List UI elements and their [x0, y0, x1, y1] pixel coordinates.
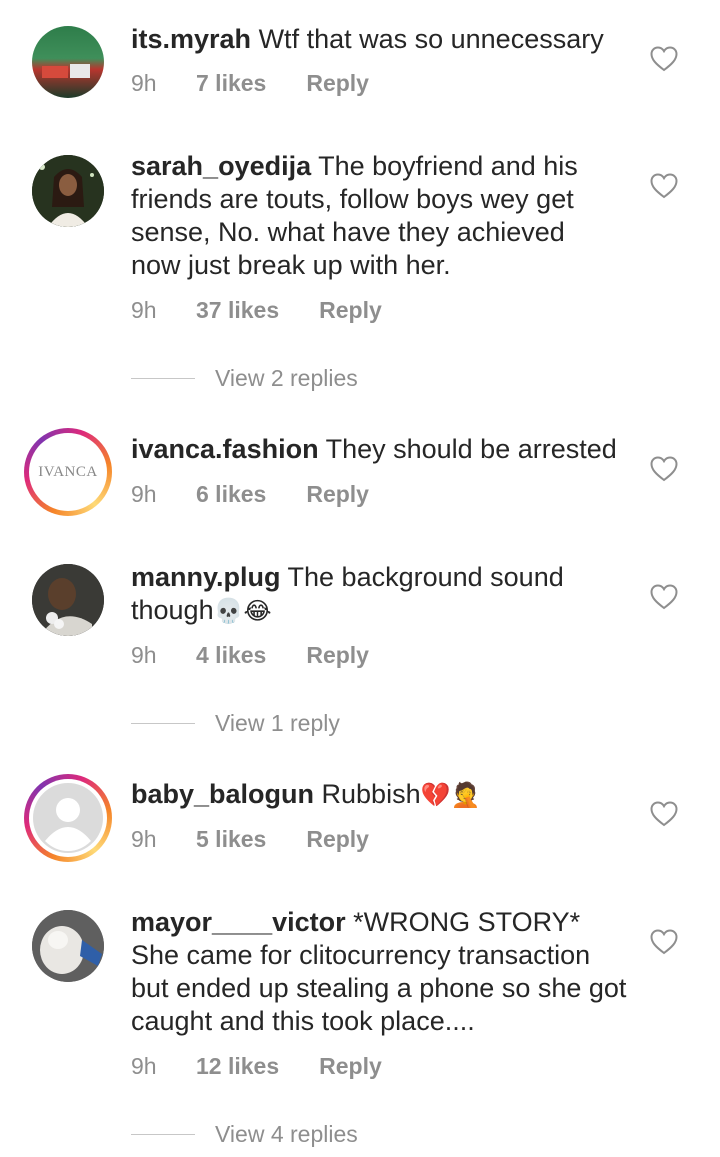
heart-outline-icon[interactable]: [650, 929, 678, 955]
comment-meta: 9h 6 likes Reply: [131, 481, 369, 508]
view-replies-label: View 2 replies: [215, 365, 358, 391]
comment-meta: 9h 7 likes Reply: [131, 70, 369, 97]
heart-outline-icon[interactable]: [650, 584, 678, 610]
view-replies-button[interactable]: View 2 replies: [131, 365, 358, 392]
timestamp: 9h: [131, 70, 157, 96]
comment-body: Rubbish: [321, 779, 421, 809]
avatar[interactable]: [32, 910, 104, 982]
likes-count[interactable]: 7 likes: [196, 70, 266, 97]
likes-count[interactable]: 4 likes: [196, 642, 266, 669]
username[interactable]: baby_balogun: [131, 779, 314, 809]
likes-count[interactable]: 37 likes: [196, 297, 279, 324]
comment-text: manny.plug The background sound though💀😂: [131, 561, 631, 628]
view-replies-button[interactable]: View 4 replies: [131, 1121, 358, 1148]
avatar[interactable]: [32, 26, 104, 98]
comment-text: its.myrah Wtf that was so unnecessary: [131, 23, 631, 56]
reply-button[interactable]: Reply: [306, 70, 369, 97]
comment-text: ivanca.fashion They should be arrested: [131, 433, 631, 466]
heart-outline-icon[interactable]: [650, 46, 678, 72]
avatar-photo: [42, 64, 90, 78]
avatar-story-ring[interactable]: [24, 774, 112, 862]
comment-body: They should be arrested: [325, 434, 617, 464]
username[interactable]: mayor____victor: [131, 907, 346, 937]
avatar-photo: [32, 564, 104, 636]
heart-outline-icon[interactable]: [650, 173, 678, 199]
likes-count[interactable]: 12 likes: [196, 1053, 279, 1080]
reply-button[interactable]: Reply: [306, 826, 369, 853]
username[interactable]: manny.plug: [131, 562, 281, 592]
timestamp: 9h: [131, 1053, 157, 1079]
comment-meta: 9h 4 likes Reply: [131, 642, 369, 669]
heart-outline-icon[interactable]: [650, 456, 678, 482]
avatar: [29, 779, 107, 857]
comment-meta: 9h 37 likes Reply: [131, 297, 382, 324]
reply-button[interactable]: Reply: [319, 1053, 382, 1080]
username[interactable]: its.myrah: [131, 24, 251, 54]
timestamp: 9h: [131, 297, 157, 323]
avatar-photo: [32, 910, 104, 982]
reply-button[interactable]: Reply: [306, 481, 369, 508]
reply-button[interactable]: Reply: [306, 642, 369, 669]
divider-line: [131, 723, 195, 724]
avatar-photo: [32, 155, 104, 227]
comment-text: sarah_oyedija The boyfriend and his frie…: [131, 150, 611, 282]
likes-count[interactable]: 6 likes: [196, 481, 266, 508]
heart-outline-icon[interactable]: [650, 801, 678, 827]
view-replies-label: View 1 reply: [215, 710, 340, 736]
comment-text: mayor____victor *WRONG STORY* She came f…: [131, 906, 631, 1038]
comment-meta: 9h 12 likes Reply: [131, 1053, 382, 1080]
timestamp: 9h: [131, 642, 157, 668]
comment-emoji: 💔🤦: [420, 781, 481, 809]
reply-button[interactable]: Reply: [319, 297, 382, 324]
view-replies-button[interactable]: View 1 reply: [131, 710, 340, 737]
username[interactable]: ivanca.fashion: [131, 434, 319, 464]
person-silhouette-icon: [33, 783, 103, 853]
divider-line: [131, 378, 195, 379]
comment-meta: 9h 5 likes Reply: [131, 826, 369, 853]
timestamp: 9h: [131, 826, 157, 852]
avatar[interactable]: [32, 155, 104, 227]
avatar-story-ring[interactable]: IVANCA: [24, 428, 112, 516]
divider-line: [131, 1134, 195, 1135]
comment-text: baby_balogun Rubbish💔🤦: [131, 778, 631, 812]
avatar-logo-text: IVANCA: [38, 463, 98, 480]
comment-body: Wtf that was so unnecessary: [258, 24, 604, 54]
avatar[interactable]: [32, 564, 104, 636]
username[interactable]: sarah_oyedija: [131, 151, 311, 181]
likes-count[interactable]: 5 likes: [196, 826, 266, 853]
view-replies-label: View 4 replies: [215, 1121, 358, 1147]
avatar: IVANCA: [29, 433, 107, 511]
timestamp: 9h: [131, 481, 157, 507]
comment-emoji: 💀😂: [213, 597, 272, 625]
